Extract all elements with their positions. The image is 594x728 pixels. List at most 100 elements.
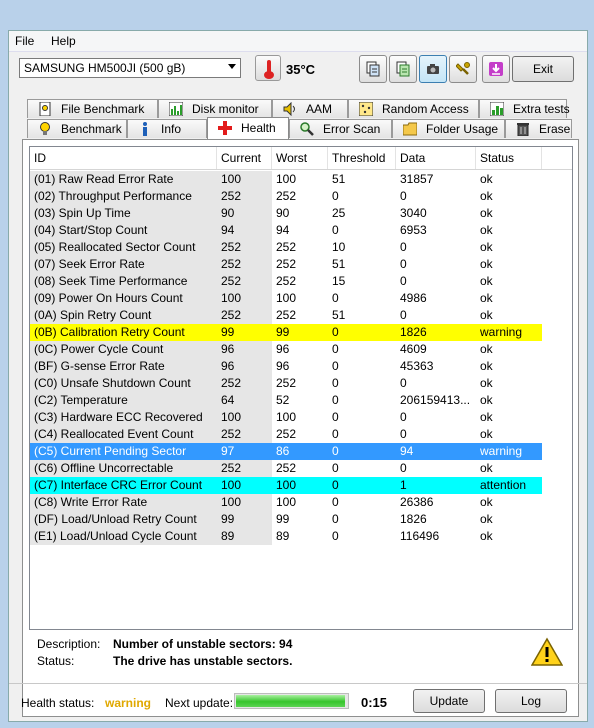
tab-file-benchmark[interactable]: File Benchmark: [27, 99, 158, 118]
progress-fill: [236, 695, 345, 707]
tab-folder-usage[interactable]: Folder Usage: [392, 119, 505, 138]
table-row[interactable]: (02) Throughput Performance 252 252 0 0 ok: [30, 188, 572, 205]
cell-data: 1826: [400, 512, 427, 526]
cell-status: ok: [480, 427, 493, 441]
column-header-id[interactable]: ID: [30, 147, 217, 169]
table-row[interactable]: (C7) Interface CRC Error Count 100 100 0 1 at…: [30, 477, 572, 494]
exit-button[interactable]: Exit: [512, 56, 574, 82]
table-row[interactable]: (E1) Load/Unload Cycle Count 89 89 0 116496 o…: [30, 528, 572, 545]
table-row[interactable]: (C5) Current Pending Sector 97 86 0 94 warnin…: [30, 443, 572, 460]
column-header-data[interactable]: Data: [396, 147, 476, 169]
cell-worst: 90: [276, 206, 290, 220]
cell-id: (C0) Unsafe Shutdown Count: [30, 375, 217, 392]
tab-error-scan[interactable]: Error Scan: [289, 119, 392, 138]
table-row[interactable]: (C2) Temperature 64 52 0 206159413... ok: [30, 392, 572, 409]
cell-id: (C7) Interface CRC Error Count: [30, 477, 217, 494]
cell-data: 1826: [396, 324, 476, 341]
cell-data: 0: [400, 376, 407, 390]
options-button[interactable]: [449, 55, 477, 83]
table-row[interactable]: (03) Spin Up Time 90 90 25 3040 ok: [30, 205, 572, 222]
table-row[interactable]: (01) Raw Read Error Rate 100 100 51 31857 ok: [30, 171, 572, 188]
drive-select[interactable]: SAMSUNG HM500JI (500 gB): [19, 58, 241, 78]
cell-threshold: 0: [332, 461, 339, 475]
save-button[interactable]: [482, 55, 510, 83]
table-row[interactable]: (C8) Write Error Rate 100 100 0 26386 ok: [30, 494, 572, 511]
cell-data: 4609: [400, 342, 427, 356]
status-label: Status:: [37, 654, 75, 668]
cell-worst: 252: [276, 257, 297, 271]
cell-status: ok: [480, 291, 493, 305]
tab-random-access[interactable]: Random Access: [348, 99, 479, 118]
table-row[interactable]: (C4) Reallocated Event Count 252 252 0 0 ok: [30, 426, 572, 443]
menu-help[interactable]: Help: [51, 34, 76, 48]
cell-data: 26386: [400, 495, 434, 509]
cell-status: ok: [480, 274, 493, 288]
cell-id: (DF) Load/Unload Retry Count: [30, 511, 217, 528]
table-row[interactable]: (07) Seek Error Rate 252 252 51 0 ok: [30, 256, 572, 273]
table-row[interactable]: (0C) Power Cycle Count 96 96 0 4609 ok: [30, 341, 572, 358]
cell-id: (C6) Offline Uncorrectable: [30, 460, 217, 477]
cell-threshold: 0: [332, 291, 339, 305]
tab-disk-monitor[interactable]: Disk monitor: [158, 99, 272, 118]
cell-threshold: 15: [332, 274, 346, 288]
cell-worst: 99: [272, 324, 328, 341]
tab-label: File Benchmark: [61, 102, 145, 116]
cell-worst: 96: [276, 359, 290, 373]
cell-data: 0: [400, 410, 407, 424]
camera-icon: [427, 64, 439, 74]
status-bar: Health status: warning Next update: 0:15…: [9, 683, 587, 722]
log-button[interactable]: Log: [495, 689, 567, 713]
table-row[interactable]: (04) Start/Stop Count 94 94 0 6953 ok: [30, 222, 572, 239]
table-row[interactable]: (0A) Spin Retry Count 252 252 51 0 ok: [30, 307, 572, 324]
tab-label: AAM: [306, 102, 333, 116]
copy-button[interactable]: [359, 55, 387, 83]
table-row[interactable]: (C6) Offline Uncorrectable 252 252 0 0 ok: [30, 460, 572, 477]
cell-data: 206159413...: [400, 393, 471, 407]
cell-worst: 52: [276, 393, 290, 407]
column-header-status[interactable]: Status: [476, 147, 542, 169]
smart-table[interactable]: ID Current Worst Threshold Data Status (…: [29, 146, 573, 630]
tab-benchmark[interactable]: Benchmark: [27, 119, 127, 138]
cell-worst: 252: [276, 240, 297, 254]
tab-health[interactable]: Health: [207, 117, 289, 139]
cell-threshold: 0: [332, 410, 339, 424]
copy-text-button[interactable]: [389, 55, 417, 83]
column-header-current[interactable]: Current: [217, 147, 272, 169]
tab-info[interactable]: Info: [127, 119, 207, 138]
column-header-worst[interactable]: Worst: [272, 147, 328, 169]
column-header-threshold[interactable]: Threshold: [328, 147, 396, 169]
cell-current: 100: [217, 290, 272, 307]
table-row[interactable]: (05) Reallocated Sector Count 252 252 10 0 ok: [30, 239, 572, 256]
cell-current: 252: [217, 460, 272, 477]
table-row[interactable]: (09) Power On Hours Count 100 100 0 4986 ok: [30, 290, 572, 307]
table-row[interactable]: (C3) Hardware ECC Recovered 100 100 0 0 ok: [30, 409, 572, 426]
cell-current: 252: [217, 256, 272, 273]
cell-id: (0A) Spin Retry Count: [30, 307, 217, 324]
table-header: ID Current Worst Threshold Data Status: [30, 147, 572, 170]
trash-icon: [517, 123, 529, 136]
tab-extra-tests[interactable]: Extra tests: [479, 99, 570, 118]
cell-threshold: 0: [328, 477, 396, 494]
table-row[interactable]: (0B) Calibration Retry Count 99 99 0 1826 war…: [30, 324, 572, 341]
tab-erase[interactable]: Erase: [505, 119, 572, 138]
cell-status: attention: [476, 477, 542, 494]
cell-id: (05) Reallocated Sector Count: [30, 239, 217, 256]
description-label: Description:: [37, 637, 101, 651]
cell-worst: 96: [276, 342, 290, 356]
table-row[interactable]: (DF) Load/Unload Retry Count 99 99 0 1826 ok: [30, 511, 572, 528]
cell-status: ok: [480, 461, 493, 475]
tab-aam[interactable]: AAM: [272, 99, 348, 118]
cell-threshold: 0: [332, 393, 339, 407]
cell-worst: 99: [276, 512, 290, 526]
cell-status: ok: [480, 512, 493, 526]
status-value: The drive has unstable sectors.: [113, 654, 293, 668]
cell-id: (0C) Power Cycle Count: [30, 341, 217, 358]
dropdown-arrow-icon[interactable]: [228, 64, 236, 69]
cell-worst: 252: [276, 189, 297, 203]
table-row[interactable]: (08) Seek Time Performance 252 252 15 0 ok: [30, 273, 572, 290]
menu-file[interactable]: File: [15, 34, 34, 48]
table-row[interactable]: (C0) Unsafe Shutdown Count 252 252 0 0 ok: [30, 375, 572, 392]
update-button[interactable]: Update: [413, 689, 485, 713]
screenshot-button[interactable]: [419, 55, 447, 83]
table-row[interactable]: (BF) G-sense Error Rate 96 96 0 45363 ok: [30, 358, 572, 375]
